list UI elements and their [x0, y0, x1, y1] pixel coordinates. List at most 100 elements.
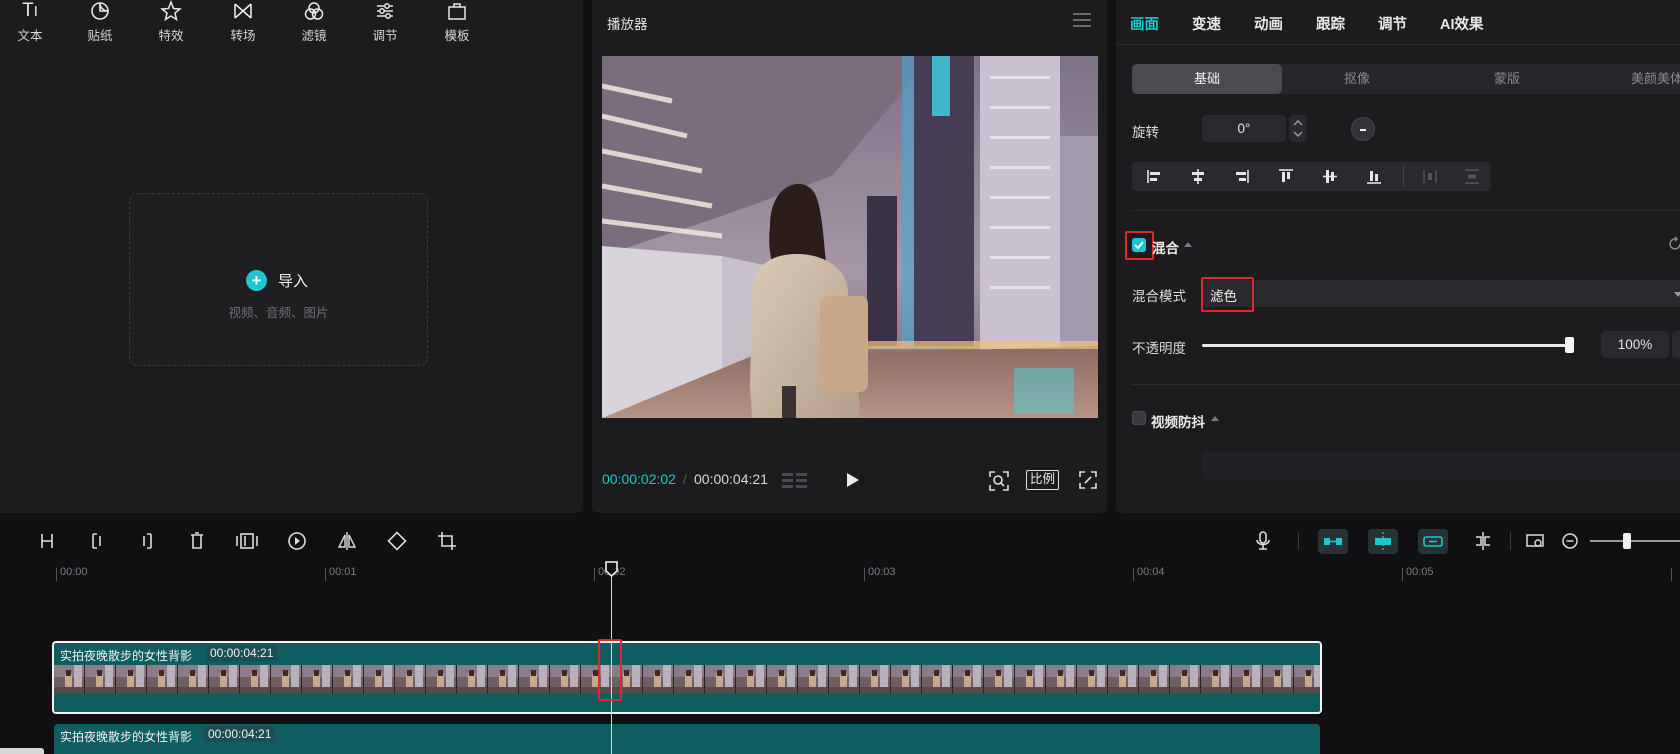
stabilize-checkbox[interactable]: [1132, 411, 1146, 425]
tab-speed[interactable]: 变速: [1192, 13, 1221, 34]
trim-left-icon[interactable]: [82, 522, 112, 560]
rotate-input[interactable]: 0°: [1202, 115, 1286, 142]
rotate-stepper[interactable]: [1289, 115, 1307, 142]
plus-icon: +: [246, 269, 267, 291]
fullscreen-icon[interactable]: [1079, 471, 1097, 489]
timeline-ruler[interactable]: 00:00 00:01 00:02 00:03 00:04 00:05: [0, 560, 1680, 584]
split-icon[interactable]: [32, 522, 62, 560]
mirror-icon[interactable]: [332, 522, 362, 560]
ruler-tick: [325, 568, 326, 581]
player-title: 播放器: [607, 17, 648, 32]
ruler-tick: [1671, 568, 1672, 581]
template-icon: [435, 0, 479, 22]
align-top-icon[interactable]: [1264, 162, 1308, 191]
delete-icon[interactable]: [182, 522, 212, 560]
blend-mode-select[interactable]: [1202, 280, 1680, 307]
ruler-label: 00:03: [868, 566, 896, 578]
fit-view-icon[interactable]: [988, 470, 1010, 492]
video-clip-secondary[interactable]: 实拍夜晚散步的女性背影 00:00:04:21: [54, 724, 1320, 754]
blend-section-title: 混合: [1152, 241, 1179, 256]
import-dropzone[interactable]: + 导入 视频、音频、图片: [129, 193, 428, 366]
stabilize-caret-icon[interactable]: [1211, 416, 1219, 421]
menu-icon[interactable]: [1073, 13, 1091, 27]
tabs-divider: [1116, 44, 1680, 45]
opacity-slider-track[interactable]: [1202, 344, 1572, 347]
asset-toolbar: TI 文本 贴纸 特效 转场 滤镜 调节 模板: [0, 0, 583, 46]
toolbar-effects[interactable]: 特效: [149, 0, 193, 46]
align-bottom-icon[interactable]: [1352, 162, 1396, 191]
import-label: 导入: [278, 272, 309, 290]
toolbar-template[interactable]: 模板: [435, 0, 479, 46]
toolbar-transition[interactable]: 转场: [221, 0, 265, 46]
total-timecode: 00:00:04:21: [694, 471, 768, 487]
import-hint: 视频、音频、图片: [228, 306, 329, 320]
align-left-icon[interactable]: [1132, 162, 1176, 191]
collapse-caret-icon[interactable]: [1184, 242, 1192, 247]
rotate-dial[interactable]: [1351, 117, 1375, 141]
toolbar-adjust[interactable]: 调节: [363, 0, 407, 46]
tab-ai-effects[interactable]: AI效果: [1440, 13, 1484, 34]
subtab-cutout[interactable]: 抠像: [1282, 64, 1432, 94]
align-hcenter-icon[interactable]: [1176, 162, 1220, 191]
video-preview[interactable]: [602, 56, 1098, 418]
toolbar-sticker-label: 贴纸: [87, 29, 113, 43]
blend-mode-value: 滤色: [1210, 289, 1237, 304]
ruler-tick: [594, 568, 595, 581]
current-timecode: 00:00:02:02: [602, 471, 676, 487]
microphone-icon[interactable]: [1248, 522, 1278, 560]
transition-icon: [221, 0, 265, 22]
rotate-icon[interactable]: [382, 522, 412, 560]
subtab-basic[interactable]: 基础: [1132, 64, 1282, 94]
reset-icon[interactable]: [1668, 236, 1680, 252]
player-panel: 播放器 00:00:02:02 / 00:00:04:21 比例: [592, 0, 1107, 513]
opacity-input[interactable]: 100%: [1601, 331, 1669, 358]
zoom-slider-track[interactable]: [1590, 540, 1680, 542]
tab-picture[interactable]: 画面: [1130, 13, 1159, 34]
zoom-slider-thumb[interactable]: [1623, 533, 1631, 549]
freeze-icon[interactable]: [232, 522, 262, 560]
auto-snap-button[interactable]: [1368, 529, 1398, 554]
grid-view-icon[interactable]: [782, 471, 808, 489]
distribute-v-icon[interactable]: [1450, 162, 1494, 191]
subtab-beauty[interactable]: 美颜美体: [1582, 64, 1680, 94]
chevron-down-icon[interactable]: [1674, 292, 1680, 297]
ruler-label: 00:01: [329, 566, 357, 578]
toolbar-transition-label: 转场: [230, 29, 256, 43]
ruler-tick: [1402, 568, 1403, 581]
align-vcenter-icon[interactable]: [1308, 162, 1352, 191]
reverse-icon[interactable]: [282, 522, 312, 560]
main-track-magnet-button[interactable]: [1318, 529, 1348, 554]
clip-duration: 00:00:04:21: [204, 726, 276, 742]
playhead-handle[interactable]: [605, 561, 618, 578]
ruler-label: 00:04: [1137, 566, 1165, 578]
toolbar-template-label: 模板: [444, 29, 470, 43]
toolbar-text[interactable]: TI 文本: [8, 0, 52, 46]
distribute-h-icon[interactable]: [1408, 162, 1452, 191]
clip-name: 实拍夜晚散步的女性背影: [60, 730, 193, 744]
tab-tracking[interactable]: 跟踪: [1316, 13, 1345, 34]
fit-timeline-icon[interactable]: [1520, 522, 1550, 560]
toolbar-sticker[interactable]: 贴纸: [78, 0, 122, 46]
section-divider-2: [1132, 384, 1680, 385]
video-clip-selected[interactable]: 实拍夜晚散步的女性背影 00:00:04:21: [52, 641, 1322, 714]
align-toolbar: [1132, 162, 1491, 191]
toolbar-effects-label: 特效: [158, 29, 184, 43]
linkage-button[interactable]: [1418, 529, 1448, 554]
align-right-icon[interactable]: [1220, 162, 1264, 191]
blend-checkbox[interactable]: [1132, 238, 1146, 252]
zoom-out-icon[interactable]: [1555, 522, 1585, 560]
tab-adjust[interactable]: 调节: [1378, 13, 1407, 34]
crop-icon[interactable]: [432, 522, 462, 560]
toolbar-filter[interactable]: 滤镜: [292, 0, 336, 46]
opacity-stepper[interactable]: [1672, 331, 1680, 358]
play-button[interactable]: [842, 470, 862, 490]
timecode-separator: /: [683, 471, 687, 487]
tab-animation[interactable]: 动画: [1254, 13, 1283, 34]
import-button[interactable]: + 导入: [246, 269, 308, 291]
subtab-mask[interactable]: 蒙版: [1432, 64, 1582, 94]
opacity-slider-thumb[interactable]: [1565, 337, 1574, 353]
trim-right-icon[interactable]: [132, 522, 162, 560]
preview-axis-icon[interactable]: [1468, 522, 1498, 560]
ruler-label: 00:00: [60, 566, 88, 578]
ratio-button[interactable]: 比例: [1026, 470, 1060, 490]
